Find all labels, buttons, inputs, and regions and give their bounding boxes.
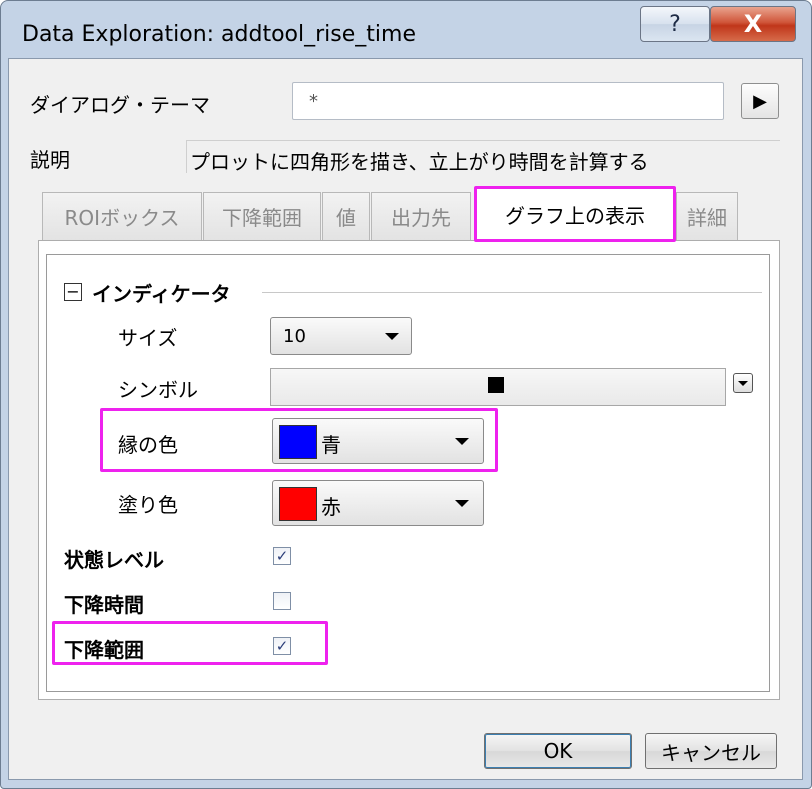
description-label: 説明	[30, 148, 70, 172]
fill-color-dropdown[interactable]: 赤	[272, 480, 484, 526]
check-icon: ✓	[275, 546, 289, 565]
fill-color-label: 塗り色	[118, 493, 178, 517]
help-button[interactable]: ?	[640, 6, 710, 42]
tab-details[interactable]: 詳細	[676, 192, 738, 240]
tab-value[interactable]: 値	[322, 192, 370, 240]
highlight-fall-range	[52, 621, 328, 665]
play-arrow-icon: ▶	[753, 90, 767, 112]
chevron-down-icon	[455, 500, 469, 507]
tab-output[interactable]: 出力先	[371, 192, 471, 240]
theme-label: ダイアログ・テーマ	[30, 93, 210, 117]
indicator-group-label: インディケータ	[92, 282, 231, 306]
window-title: Data Exploration: addtool_rise_time	[22, 22, 416, 47]
square-symbol-icon	[488, 377, 504, 393]
fall-time-checkbox[interactable]	[273, 592, 291, 610]
description-value: プロットに四角形を描き、立上がり時間を計算する	[190, 150, 649, 174]
cancel-button[interactable]: キャンセル	[645, 733, 777, 769]
theme-input[interactable]: *	[292, 82, 724, 120]
ok-button[interactable]: OK	[484, 733, 632, 769]
close-icon: X	[743, 10, 763, 38]
tab-fall-range[interactable]: 下降範囲	[203, 192, 321, 240]
chevron-down-icon	[385, 333, 399, 340]
size-value: 10	[283, 326, 306, 347]
status-level-label: 状態レベル	[64, 548, 164, 572]
symbol-label: シンボル	[118, 378, 198, 402]
collapse-icon[interactable]: −	[64, 283, 82, 301]
highlight-edge-color	[100, 408, 498, 472]
fall-time-label: 下降時間	[64, 593, 144, 617]
group-divider	[262, 292, 762, 293]
size-label: サイズ	[118, 326, 178, 350]
fill-color-value: 赤	[321, 495, 341, 519]
fill-color-swatch	[279, 487, 317, 521]
close-button[interactable]: X	[710, 6, 796, 42]
status-level-checkbox[interactable]: ✓	[273, 547, 291, 565]
tab-roi-box[interactable]: ROIボックス	[42, 192, 202, 240]
symbol-dropdown-button[interactable]	[733, 373, 753, 393]
tab-graph-display[interactable]: グラフ上の表示	[474, 186, 676, 242]
size-dropdown[interactable]: 10	[270, 317, 412, 355]
help-icon: ?	[669, 11, 681, 37]
theme-menu-button[interactable]: ▶	[741, 83, 779, 119]
